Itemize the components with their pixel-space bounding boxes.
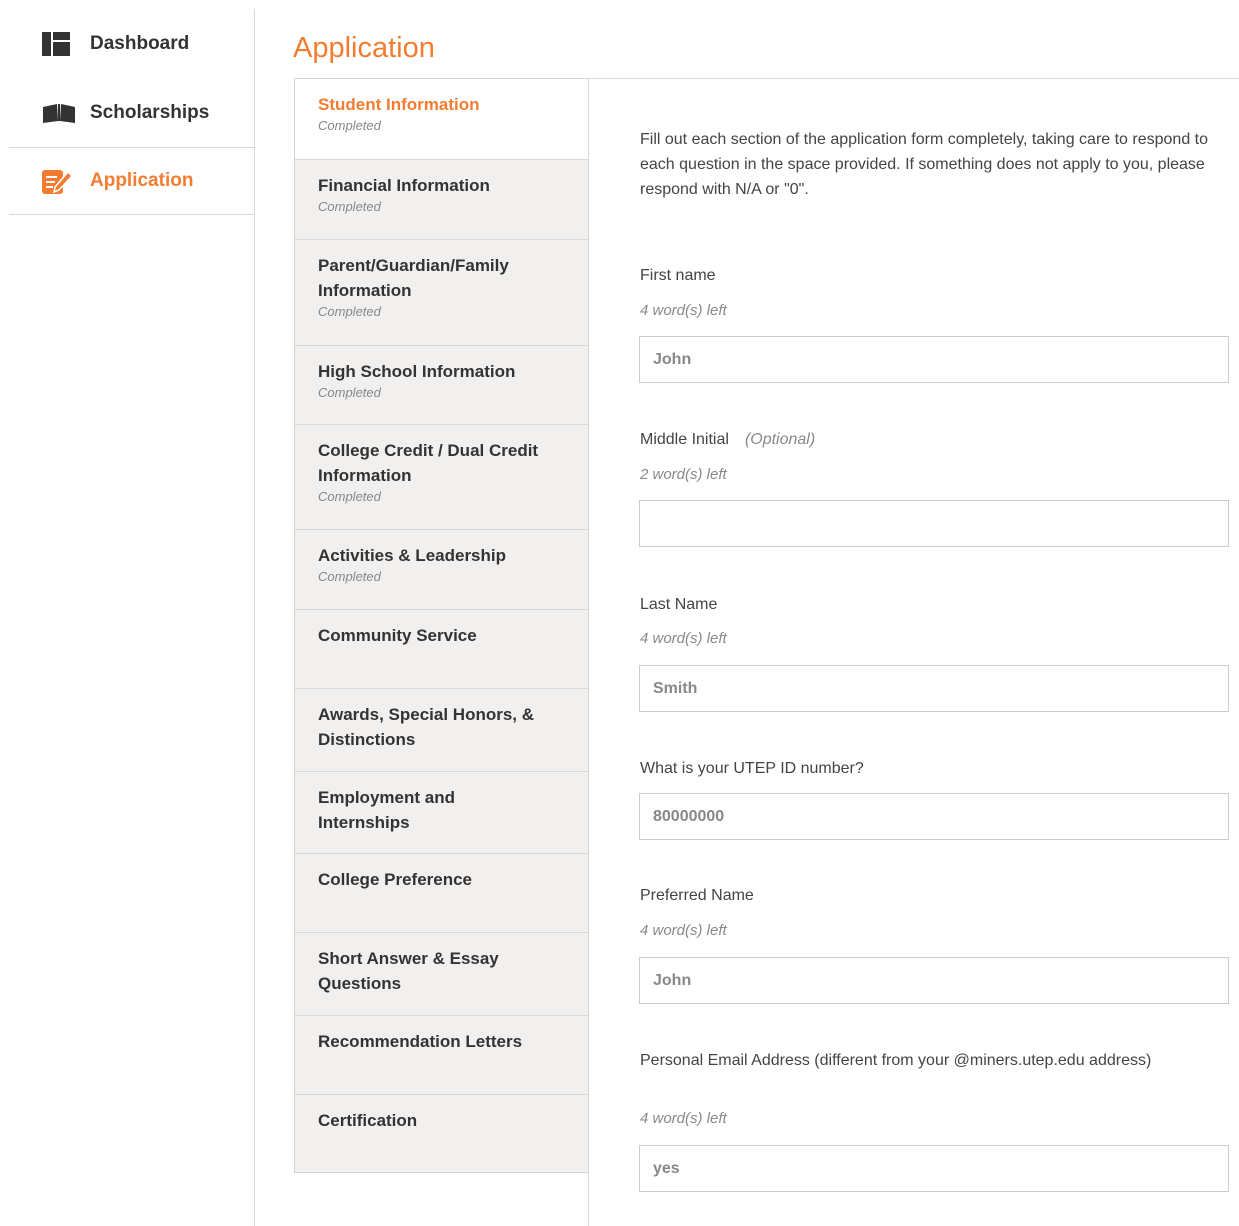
field-label-text: Preferred Name [640, 887, 754, 904]
section-status: Completed [318, 489, 381, 504]
last-name-word-count: 4 word(s) left [640, 630, 727, 647]
personal-email-input[interactable] [639, 1145, 1229, 1192]
dashboard-icon [42, 31, 90, 56]
section-item-employment-internships[interactable]: Employment and Internships [295, 772, 589, 854]
section-title: Awards, Special Honors, & Distinctions [318, 705, 535, 749]
sidebar-item-label: Dashboard [90, 32, 190, 54]
utep-id-input[interactable] [639, 793, 1229, 840]
sidebar-item-application[interactable]: Application [9, 148, 254, 215]
middle-initial-label: Middle Initial (Optional) [640, 429, 815, 451]
middle-initial-input[interactable] [639, 500, 1229, 547]
section-item-activities-leadership[interactable]: Activities & Leadership Completed [295, 530, 589, 610]
form-intro-text: Fill out each section of the application… [640, 131, 1209, 198]
form-panel-top-border [588, 78, 1239, 79]
middle-initial-word-count: 2 word(s) left [640, 466, 727, 483]
first-name-label: First name [640, 265, 716, 287]
sidebar-item-scholarships[interactable]: Scholarships [9, 78, 254, 147]
section-title: College Preference [318, 870, 473, 889]
section-item-awards-honors[interactable]: Awards, Special Honors, & Distinctions [295, 689, 589, 772]
section-title: Employment and Internships [318, 788, 455, 832]
field-label-text: Personal Email Address (different from y… [640, 1052, 1152, 1069]
field-label-text: Last Name [640, 596, 718, 613]
section-title: Community Service [318, 626, 477, 645]
section-list: Student Information Completed Financial … [294, 78, 589, 1173]
section-status: Completed [318, 199, 381, 214]
section-item-high-school-information[interactable]: High School Information Completed [295, 346, 589, 425]
section-title: College Credit / Dual Credit Information [318, 441, 539, 485]
sidebar-item-label: Application [90, 170, 194, 191]
section-status: Completed [318, 385, 381, 400]
section-item-recommendation-letters[interactable]: Recommendation Letters [295, 1016, 589, 1095]
sidebar-item-label: Scholarships [90, 101, 210, 123]
section-title: High School Information [318, 362, 516, 381]
section-status: Completed [318, 304, 381, 319]
section-item-student-information[interactable]: Student Information Completed [295, 79, 589, 160]
first-name-input[interactable] [639, 336, 1229, 383]
section-title: Parent/Guardian/Family Information [318, 256, 509, 300]
edit-pencil-icon [42, 168, 90, 194]
personal-email-label: Personal Email Address (different from y… [640, 1050, 1200, 1072]
section-title: Recommendation Letters [318, 1032, 523, 1051]
first-name-word-count: 4 word(s) left [640, 302, 727, 319]
sidebar: Dashboard Scholarships Application [9, 9, 255, 1226]
sidebar-item-dashboard[interactable]: Dashboard [9, 9, 254, 78]
field-label-text: What is your UTEP ID number? [640, 760, 864, 777]
section-title: Student Information [318, 95, 480, 114]
section-item-financial-information[interactable]: Financial Information Completed [295, 160, 589, 240]
section-title: Activities & Leadership [318, 546, 507, 565]
section-title: Financial Information [318, 176, 490, 195]
sidebar-top-group: Dashboard Scholarships [9, 9, 254, 148]
personal-email-word-count: 4 word(s) left [640, 1110, 727, 1127]
optional-tag: (Optional) [744, 431, 816, 448]
section-item-parent-guardian-family[interactable]: Parent/Guardian/Family Information Compl… [295, 240, 589, 346]
open-book-icon [42, 103, 90, 123]
utep-id-label: What is your UTEP ID number? [640, 758, 864, 780]
section-item-college-credit[interactable]: College Credit / Dual Credit Information… [295, 425, 589, 530]
section-status: Completed [318, 118, 381, 133]
preferred-name-input[interactable] [639, 957, 1229, 1004]
field-label-text: Middle Initial [640, 431, 729, 448]
section-status: Completed [318, 569, 381, 584]
section-item-college-preference[interactable]: College Preference [295, 854, 589, 933]
last-name-input[interactable] [639, 665, 1229, 712]
preferred-name-word-count: 4 word(s) left [640, 922, 727, 939]
field-label-text: First name [640, 267, 716, 284]
section-item-certification[interactable]: Certification [295, 1095, 589, 1172]
section-title: Short Answer & Essay Questions [318, 949, 499, 993]
section-item-short-answer-essay[interactable]: Short Answer & Essay Questions [295, 933, 589, 1016]
last-name-label: Last Name [640, 594, 717, 616]
form-panel-divider [588, 78, 589, 1226]
page-title: Application [293, 32, 435, 64]
preferred-name-label: Preferred Name [640, 885, 754, 907]
section-item-community-service[interactable]: Community Service [295, 610, 589, 689]
section-title: Certification [318, 1111, 418, 1130]
